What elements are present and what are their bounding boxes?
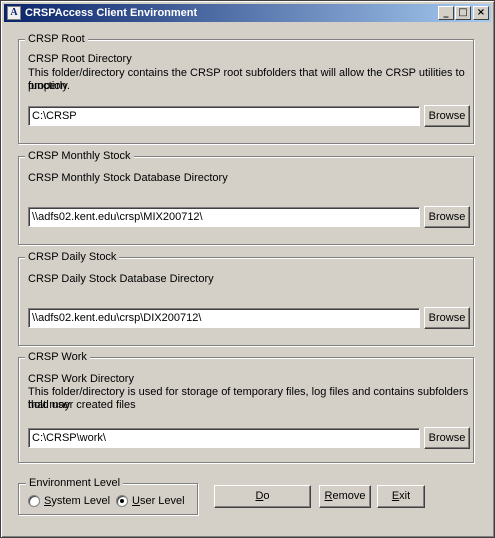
user-level-radio[interactable] bbox=[116, 495, 128, 507]
minimize-button[interactable]: _ bbox=[438, 6, 454, 20]
crsp-client-environment-window: A CRSPAccess Client Environment _ □ × CR… bbox=[0, 0, 495, 538]
crsp-work-legend: CRSP Work bbox=[25, 350, 90, 364]
crsp-monthly-stock-group: CRSP Monthly Stock CRSP Monthly Stock Da… bbox=[18, 149, 474, 245]
remove-button[interactable]: Remove bbox=[319, 485, 371, 508]
crsp-daily-stock-group: CRSP Daily Stock CRSP Daily Stock Databa… bbox=[18, 250, 474, 346]
crsp-root-description-line1: This folder/directory contains the CRSP … bbox=[28, 67, 465, 92]
crsp-root-browse-button[interactable]: Browse bbox=[424, 105, 470, 127]
crsp-work-path-input[interactable]: C:\CRSP\work\ bbox=[28, 428, 420, 448]
crsp-daily-stock-path-input[interactable]: \\adfs02.kent.edu\crsp\DIX200712\ bbox=[28, 308, 420, 328]
crsp-work-description-line2: hold user created files bbox=[28, 399, 136, 411]
app-icon: A bbox=[7, 6, 21, 20]
crsp-root-description-line2: properly. bbox=[28, 80, 70, 92]
crsp-work-browse-button[interactable]: Browse bbox=[424, 427, 470, 449]
window-title: CRSPAccess Client Environment bbox=[25, 7, 198, 19]
maximize-button[interactable]: □ bbox=[455, 6, 471, 20]
do-button[interactable]: Do bbox=[214, 485, 311, 508]
environment-level-group: Environment Level System Level User Leve… bbox=[18, 476, 198, 515]
crsp-root-legend: CRSP Root bbox=[25, 32, 88, 46]
user-level-label[interactable]: User Level bbox=[132, 494, 185, 508]
environment-level-legend: Environment Level bbox=[26, 476, 124, 490]
crsp-monthly-stock-legend: CRSP Monthly Stock bbox=[25, 149, 134, 163]
title-bar[interactable]: A CRSPAccess Client Environment _ □ × bbox=[4, 4, 491, 22]
crsp-root-heading: CRSP Root Directory bbox=[28, 53, 132, 65]
crsp-daily-stock-browse-button[interactable]: Browse bbox=[424, 307, 470, 329]
crsp-daily-stock-legend: CRSP Daily Stock bbox=[25, 250, 120, 264]
crsp-daily-stock-heading: CRSP Daily Stock Database Directory bbox=[28, 273, 214, 285]
crsp-monthly-stock-heading: CRSP Monthly Stock Database Directory bbox=[28, 172, 228, 184]
crsp-root-path-input[interactable]: C:\CRSP bbox=[28, 106, 420, 126]
close-button[interactable]: × bbox=[473, 6, 489, 20]
crsp-work-heading: CRSP Work Directory bbox=[28, 373, 134, 385]
crsp-monthly-stock-path-input[interactable]: \\adfs02.kent.edu\crsp\MIX200712\ bbox=[28, 207, 420, 227]
crsp-work-group: CRSP Work CRSP Work Directory This folde… bbox=[18, 350, 474, 463]
system-level-label[interactable]: System Level bbox=[44, 494, 110, 508]
exit-button[interactable]: Exit bbox=[377, 485, 425, 508]
crsp-root-group: CRSP Root CRSP Root Directory This folde… bbox=[18, 32, 474, 144]
system-level-radio[interactable] bbox=[28, 495, 40, 507]
crsp-monthly-stock-browse-button[interactable]: Browse bbox=[424, 206, 470, 228]
